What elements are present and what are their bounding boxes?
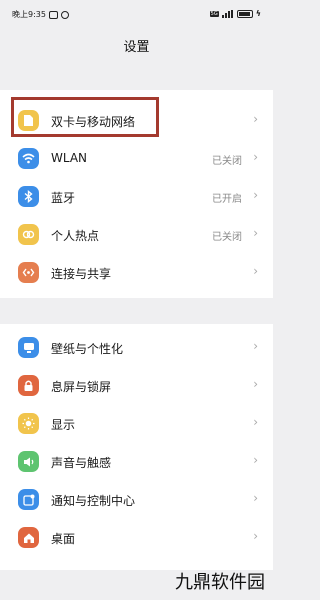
settings-item-label: 显示 xyxy=(51,418,76,432)
settings-item-notifications[interactable]: 通知与控制中心 › xyxy=(0,481,273,519)
settings-item-label: WLAN xyxy=(51,151,88,165)
settings-item-sound[interactable]: 声音与触感 › xyxy=(0,443,273,481)
signal-strength-icon xyxy=(221,9,234,18)
wallpaper-icon xyxy=(18,337,39,358)
chevron-right-icon: › xyxy=(253,491,258,505)
chevron-right-icon: › xyxy=(253,377,258,391)
settings-item-label: 壁纸与个性化 xyxy=(51,342,124,356)
chevron-right-icon: › xyxy=(253,226,258,240)
watermark-text: 九鼎软件园 xyxy=(175,572,265,593)
brightness-icon xyxy=(18,413,39,434)
sound-icon xyxy=(18,451,39,472)
bluetooth-icon xyxy=(18,186,39,207)
connection-icon xyxy=(18,262,39,283)
settings-item-label: 桌面 xyxy=(51,532,76,546)
settings-item-label: 息屏与锁屏 xyxy=(51,380,112,394)
chevron-right-icon: › xyxy=(253,150,258,164)
settings-item-label: 连接与共享 xyxy=(51,267,112,281)
settings-item-label: 个人热点 xyxy=(51,229,100,243)
chevron-right-icon: › xyxy=(253,112,258,126)
settings-item-label: 通知与控制中心 xyxy=(51,494,136,508)
settings-item-hotspot[interactable]: 个人热点 已关闭 › xyxy=(0,216,273,254)
page-title: 设置 xyxy=(123,40,150,55)
settings-item-home-screen[interactable]: 桌面 › xyxy=(0,519,273,557)
chevron-right-icon: › xyxy=(253,188,258,202)
hotspot-icon xyxy=(18,224,39,245)
chevron-right-icon: › xyxy=(253,264,258,278)
settings-group-personalization: 壁纸与个性化 › 息屏与锁屏 › 显示 › 声音与触感 › 通知与控制中心 › xyxy=(0,324,273,570)
alarm-clock-icon xyxy=(60,10,69,19)
status-left: 晚上9:35 xyxy=(12,9,69,20)
chevron-right-icon: › xyxy=(253,529,258,543)
home-icon xyxy=(18,527,39,548)
settings-item-wlan[interactable]: WLAN 已关闭 › xyxy=(0,140,273,178)
settings-item-label: 蓝牙 xyxy=(51,191,76,205)
battery-icon xyxy=(236,9,253,18)
status-time: 晚上9:35 xyxy=(12,10,46,19)
settings-item-connection-sharing[interactable]: 连接与共享 › xyxy=(0,254,273,292)
highlight-annotation xyxy=(11,97,159,137)
settings-item-lock-screen[interactable]: 息屏与锁屏 › xyxy=(0,367,273,405)
chevron-right-icon: › xyxy=(253,415,258,429)
settings-item-label: 声音与触感 xyxy=(51,456,112,470)
notification-status-icon xyxy=(48,10,58,19)
settings-item-bluetooth[interactable]: 蓝牙 已开启 › xyxy=(0,178,273,216)
settings-item-status: 已开启 xyxy=(212,194,242,205)
status-right: 5G ϟ xyxy=(209,9,261,18)
chevron-right-icon: › xyxy=(253,339,258,353)
wifi-icon xyxy=(18,148,39,169)
charging-icon: ϟ xyxy=(255,9,261,18)
network-type-badge: 5G xyxy=(209,10,219,17)
status-bar: 晚上9:35 5G ϟ xyxy=(0,0,273,28)
settings-item-status: 已关闭 xyxy=(212,156,242,167)
settings-item-display[interactable]: 显示 › xyxy=(0,405,273,443)
notification-icon xyxy=(18,489,39,510)
settings-item-status: 已关闭 xyxy=(212,232,242,243)
chevron-right-icon: › xyxy=(253,453,258,467)
settings-group-connectivity: 双卡与移动网络 › WLAN 已关闭 › 蓝牙 已开启 › 个人热点 已关闭 ›… xyxy=(0,90,273,298)
settings-item-wallpaper[interactable]: 壁纸与个性化 › xyxy=(0,329,273,367)
lock-icon xyxy=(18,375,39,396)
